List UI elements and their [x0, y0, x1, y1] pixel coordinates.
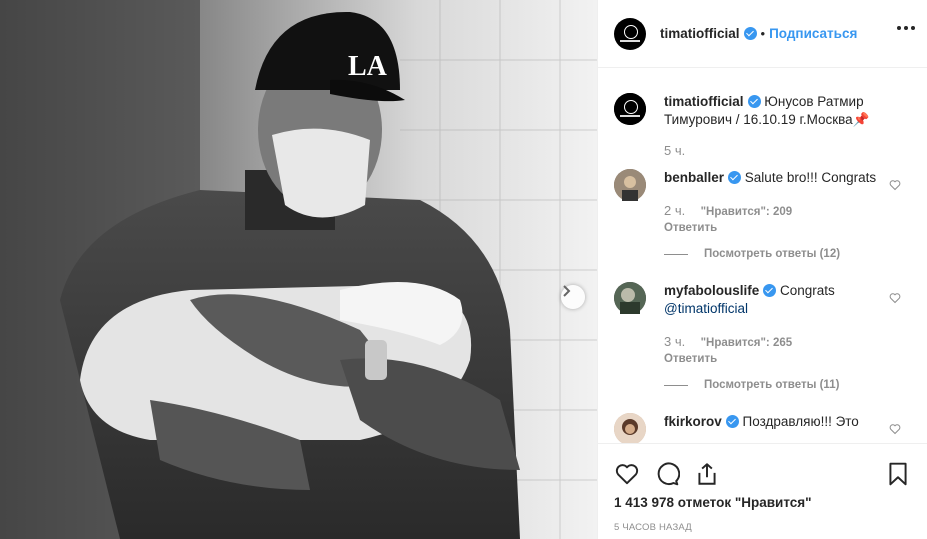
benballer-avatar-image — [614, 169, 646, 201]
commenter-username[interactable]: myfabolouslife — [664, 283, 759, 298]
comment-icon[interactable] — [654, 461, 680, 487]
follow-button[interactable]: Подписаться — [769, 26, 857, 41]
share-icon[interactable] — [694, 461, 720, 487]
reply-button[interactable]: Ответить — [664, 351, 911, 367]
verified-badge-icon — [728, 171, 742, 184]
commenter-avatar[interactable] — [614, 169, 646, 201]
fkirkorov-avatar-image — [614, 413, 646, 443]
reply-button[interactable]: Ответить — [664, 220, 911, 236]
comment-item: myfabolouslife Congrats @timatiofficial … — [614, 282, 911, 391]
separator-dot: • — [760, 26, 766, 41]
comment-like-heart-icon[interactable] — [889, 423, 901, 435]
caption-username[interactable]: timatiofficial — [664, 94, 744, 109]
caption-avatar-logo — [614, 93, 646, 125]
comment-meta: 3 ч. "Нравится": 265 Ответить — [664, 334, 911, 367]
view-replies-label: Посмотреть ответы (11) — [704, 379, 840, 391]
replies-line — [664, 384, 688, 386]
commenter-username[interactable]: fkirkorov — [664, 414, 722, 429]
comment-text: benballer Salute bro!!! Congrats — [664, 169, 911, 187]
post-photo[interactable]: LA — [0, 0, 597, 539]
verified-badge-icon — [725, 415, 739, 428]
post-timestamp[interactable]: 5 ЧАСОВ НАЗАД — [614, 522, 911, 533]
caption-text: timatiofficial Юнусов Ратмир Тимурович /… — [664, 93, 911, 129]
heart-icon[interactable] — [614, 461, 640, 487]
view-replies-link[interactable]: Посмотреть ответы (12) — [664, 248, 911, 260]
comment-likes[interactable]: "Нравится": 265 — [701, 337, 793, 349]
commenter-avatar[interactable] — [614, 282, 646, 314]
caption-meta: 5 ч. — [664, 143, 911, 159]
next-arrow-icon — [563, 285, 571, 297]
action-icons — [614, 444, 911, 500]
caption-avatar[interactable] — [614, 93, 646, 125]
verified-badge-icon — [747, 95, 761, 108]
comment-time[interactable]: 2 ч. — [664, 203, 685, 218]
svg-text:LA: LA — [348, 51, 388, 82]
post-side-panel: timatiofficial • Подписаться timatioffic… — [597, 0, 927, 539]
next-photo-button[interactable] — [561, 285, 585, 309]
replies-line — [664, 253, 688, 255]
commenter-avatar[interactable] — [614, 413, 646, 443]
likes-count[interactable]: 1 413 978 отметок "Нравится" — [614, 495, 911, 510]
photo-illustration: LA — [0, 0, 597, 539]
comment-text: fkirkorov Поздравляю!!! Это — [664, 413, 911, 431]
commenter-username[interactable]: benballer — [664, 170, 724, 185]
comment-likes[interactable]: "Нравится": 209 — [701, 206, 793, 218]
more-options-icon[interactable] — [897, 26, 915, 32]
caption: timatiofficial Юнусов Ратмир Тимурович /… — [614, 93, 911, 159]
post-header: timatiofficial • Подписаться — [598, 0, 927, 68]
comment-body: Congrats — [780, 283, 835, 298]
myfabolouslife-avatar-image — [614, 282, 646, 314]
author-username[interactable]: timatiofficial — [660, 26, 740, 41]
comment-meta: 2 ч. "Нравится": 209 Ответить — [664, 203, 911, 236]
verified-badge-icon — [743, 27, 757, 40]
comment-item: benballer Salute bro!!! Congrats 2 ч. "Н… — [614, 169, 911, 260]
comment-item: fkirkorov Поздравляю!!! Это — [614, 413, 911, 443]
comment-mention-link[interactable]: @timatiofficial — [664, 301, 748, 316]
view-replies-link[interactable]: Посмотреть ответы (11) — [664, 379, 911, 391]
comment-body: Salute bro!!! Congrats — [744, 170, 877, 185]
caption-time[interactable]: 5 ч. — [664, 143, 685, 158]
comments-list[interactable]: timatiofficial Юнусов Ратмир Тимурович /… — [598, 69, 927, 443]
comment-body: Поздравляю!!! Это — [742, 414, 859, 429]
comment-text: myfabolouslife Congrats @timatiofficial — [664, 282, 911, 318]
view-replies-label: Посмотреть ответы (12) — [704, 248, 841, 260]
comment-like-heart-icon[interactable] — [889, 179, 901, 191]
post-actions: 1 413 978 отметок "Нравится" 5 ЧАСОВ НАЗ… — [598, 443, 927, 539]
author-avatar[interactable] — [614, 17, 646, 50]
bookmark-icon[interactable] — [885, 461, 911, 487]
verified-badge-icon — [763, 284, 777, 297]
comment-like-heart-icon[interactable] — [889, 292, 901, 304]
comment-time[interactable]: 3 ч. — [664, 334, 685, 349]
